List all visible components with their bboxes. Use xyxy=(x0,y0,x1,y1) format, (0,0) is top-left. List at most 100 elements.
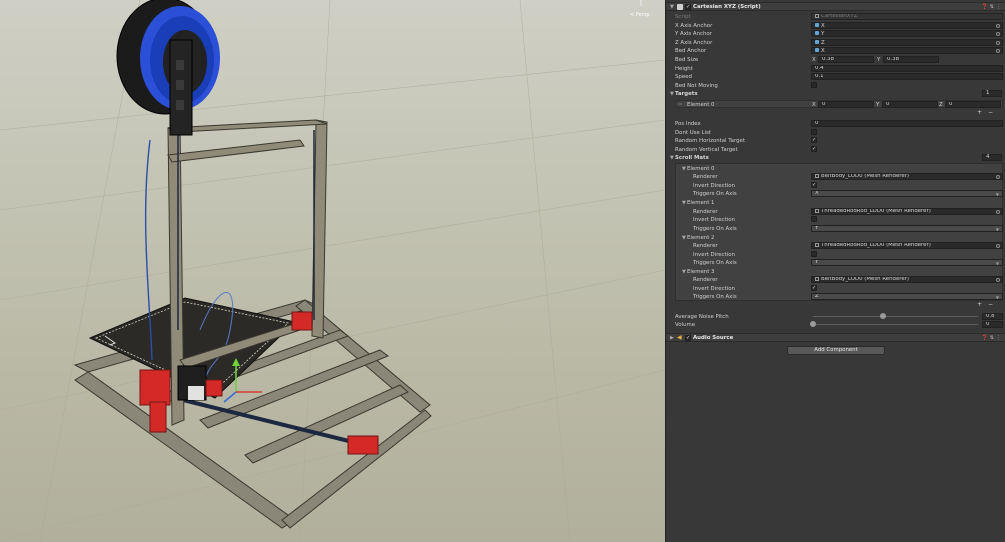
element-2-renderer-field[interactable]: ThreadedRodRod_LOD0 (Mesh Renderer) xyxy=(811,242,1003,249)
element-3-invert-row: Invert Direction ✓ xyxy=(693,285,817,292)
targets-add-button[interactable]: + xyxy=(977,110,982,116)
object-picker-icon[interactable] xyxy=(996,210,1000,214)
element-0-invert-row: Invert Direction ✓ xyxy=(693,182,817,189)
dropdown-arrow-icon: ▼ xyxy=(995,192,999,197)
x-axis-anchor-field[interactable]: X xyxy=(811,22,1003,29)
scene-orientation-gizmo[interactable] xyxy=(636,0,646,6)
transform-icon xyxy=(815,40,819,44)
object-picker-icon[interactable] xyxy=(996,244,1000,248)
z-axis-anchor-field[interactable]: Z xyxy=(811,39,1003,46)
dropdown-arrow-icon: ▼ xyxy=(995,295,999,300)
transform-icon xyxy=(815,48,819,52)
x-axis-anchor-row: X Axis Anchor X xyxy=(666,22,1005,30)
element-2-invert-checkbox[interactable] xyxy=(811,251,817,257)
drag-handle-icon[interactable]: = xyxy=(678,102,683,108)
object-picker-icon[interactable] xyxy=(996,49,1000,53)
collapse-arrow-icon[interactable]: ▼ xyxy=(670,4,674,10)
dropdown-arrow-icon: ▼ xyxy=(995,227,999,232)
random-horizontal-target-checkbox[interactable]: ✓ xyxy=(811,137,817,143)
target-z-field[interactable]: 0 xyxy=(945,101,1001,108)
scroll-mats-add-button[interactable]: + xyxy=(977,302,982,308)
element-1-invert-checkbox[interactable] xyxy=(811,216,817,222)
targets-expand-arrow-icon[interactable]: ▼ xyxy=(670,91,674,97)
height-field[interactable]: 0.4 xyxy=(811,65,1003,72)
component-title: Cartesian XYZ (Script) xyxy=(693,4,761,10)
bed-size-y-field[interactable]: 0.38 xyxy=(883,56,939,63)
object-picker-icon[interactable] xyxy=(996,278,1000,282)
header-menu-icons[interactable]: ❓⇅⋮ xyxy=(982,335,1003,341)
scroll-mat-element-0[interactable]: ▼ Element 0 xyxy=(666,165,1005,173)
scroll-mat-element-1[interactable]: ▼ Element 1 xyxy=(666,199,1005,207)
audio-source-enabled-checkbox[interactable]: ✓ xyxy=(685,335,691,341)
element-3-invert-checkbox[interactable]: ✓ xyxy=(811,285,817,291)
object-picker-icon[interactable] xyxy=(996,24,1000,28)
element-1-triggers-row: Triggers On Axis Y ▼ xyxy=(666,225,1005,233)
bed-size-row: Bed Size X 0.38 Y 0.38 xyxy=(666,56,1005,64)
target-x-field[interactable]: 0 xyxy=(818,101,874,108)
element-1-renderer-field[interactable]: ThreadedRodRod_LOD0 (Mesh Renderer) xyxy=(811,208,1003,215)
header-menu-icons[interactable]: ❓⇅⋮ xyxy=(982,4,1003,10)
projection-label[interactable]: < Persp xyxy=(630,12,650,18)
element-0-axis-dropdown[interactable]: X ▼ xyxy=(811,190,1003,197)
dont-use-list-checkbox[interactable] xyxy=(811,129,817,135)
component-enabled-checkbox[interactable]: ✓ xyxy=(685,4,691,10)
scroll-mats-remove-button[interactable]: − xyxy=(988,302,993,308)
element-expand-arrow-icon[interactable]: ▼ xyxy=(682,200,686,206)
expand-arrow-icon[interactable]: ▶ xyxy=(670,335,674,341)
speaker-icon: ◀ xyxy=(677,334,682,341)
element-0-renderer-row: Renderer BeltBody_LOD0 (Mesh Renderer) xyxy=(666,173,1005,181)
dont-use-list-row: Dont Use List xyxy=(666,129,1005,137)
add-component-button[interactable]: Add Component xyxy=(787,346,885,355)
average-noise-pitch-field[interactable]: 0.8 xyxy=(982,313,1003,320)
speed-field[interactable]: 0.1 xyxy=(811,73,1003,80)
scene-render[interactable] xyxy=(0,0,665,542)
scroll-mat-element-3[interactable]: ▼ Element 3 xyxy=(666,268,1005,276)
transform-icon xyxy=(815,31,819,35)
pos-index-field[interactable]: 0 xyxy=(811,120,1003,127)
targets-row[interactable]: ▼ Targets 1 xyxy=(666,90,1005,98)
average-noise-pitch-track[interactable] xyxy=(813,316,978,317)
element-2-axis-dropdown[interactable]: Y ▼ xyxy=(811,259,1003,266)
transform-icon xyxy=(815,23,819,27)
element-2-invert-row: Invert Direction xyxy=(666,251,1005,259)
random-horizontal-target-row: Random Horizontal Target ✓ xyxy=(675,137,817,144)
object-picker-icon[interactable] xyxy=(996,41,1000,45)
element-expand-arrow-icon[interactable]: ▼ xyxy=(682,269,686,275)
bed-anchor-field[interactable]: X xyxy=(811,47,1003,54)
volume-track[interactable] xyxy=(813,324,978,325)
element-expand-arrow-icon[interactable]: ▼ xyxy=(682,166,686,172)
element-0-renderer-field[interactable]: BeltBody_LOD0 (Mesh Renderer) xyxy=(811,173,1003,180)
element-3-renderer-field[interactable]: BeltBody_LOD0 (Mesh Renderer) xyxy=(811,276,1003,283)
volume-slider[interactable] xyxy=(810,321,816,327)
scroll-mats-expand-arrow-icon[interactable]: ▼ xyxy=(670,155,674,161)
scroll-mats-count-field[interactable]: 4 xyxy=(982,154,1002,161)
random-vertical-target-checkbox[interactable]: ✓ xyxy=(811,146,817,152)
y-axis-anchor-field[interactable]: Y xyxy=(811,30,1003,37)
element-3-axis-dropdown[interactable]: Z ▼ xyxy=(811,293,1003,300)
targets-count-field[interactable]: 1 xyxy=(982,90,1002,97)
element-0-invert-checkbox[interactable]: ✓ xyxy=(811,182,817,188)
object-picker-icon[interactable] xyxy=(996,32,1000,36)
bed-not-moving-row: Bed Not Moving xyxy=(666,82,1005,90)
targets-remove-button[interactable]: − xyxy=(988,110,993,116)
scroll-mats-row[interactable]: ▼ Scroll Mats 4 xyxy=(666,154,1005,162)
element-1-axis-dropdown[interactable]: Y ▼ xyxy=(811,225,1003,232)
audio-source-header[interactable]: ▶ ◀ ✓ Audio Source ❓⇅⋮ xyxy=(666,333,1005,342)
bed-size-x-field[interactable]: 0.38 xyxy=(818,56,874,63)
average-noise-pitch-slider[interactable] xyxy=(879,313,886,319)
bed-not-moving-checkbox[interactable] xyxy=(811,82,817,88)
target-y-field[interactable]: 0 xyxy=(882,101,938,108)
element-expand-arrow-icon[interactable]: ▼ xyxy=(682,235,686,241)
cartesian-xyz-header[interactable]: ▼ ✓ Cartesian XYZ (Script) ❓⇅⋮ xyxy=(666,2,1005,11)
object-picker-icon[interactable] xyxy=(996,175,1000,179)
mesh-renderer-icon xyxy=(815,209,819,213)
scene-view[interactable]: < Persp xyxy=(0,0,665,542)
mesh-renderer-icon xyxy=(815,174,819,178)
scroll-mat-element-2[interactable]: ▼ Element 2 xyxy=(666,234,1005,242)
script-field: CartesianXYZ xyxy=(811,13,1003,20)
element-1-invert-row: Invert Direction xyxy=(666,216,1005,224)
element-3-renderer-row: Renderer BeltBody_LOD0 (Mesh Renderer) xyxy=(666,276,1005,284)
volume-field[interactable]: 0 xyxy=(982,321,1003,328)
speed-row: Speed 0.1 xyxy=(666,73,1005,81)
z-axis-anchor-row: Z Axis Anchor Z xyxy=(666,39,1005,47)
